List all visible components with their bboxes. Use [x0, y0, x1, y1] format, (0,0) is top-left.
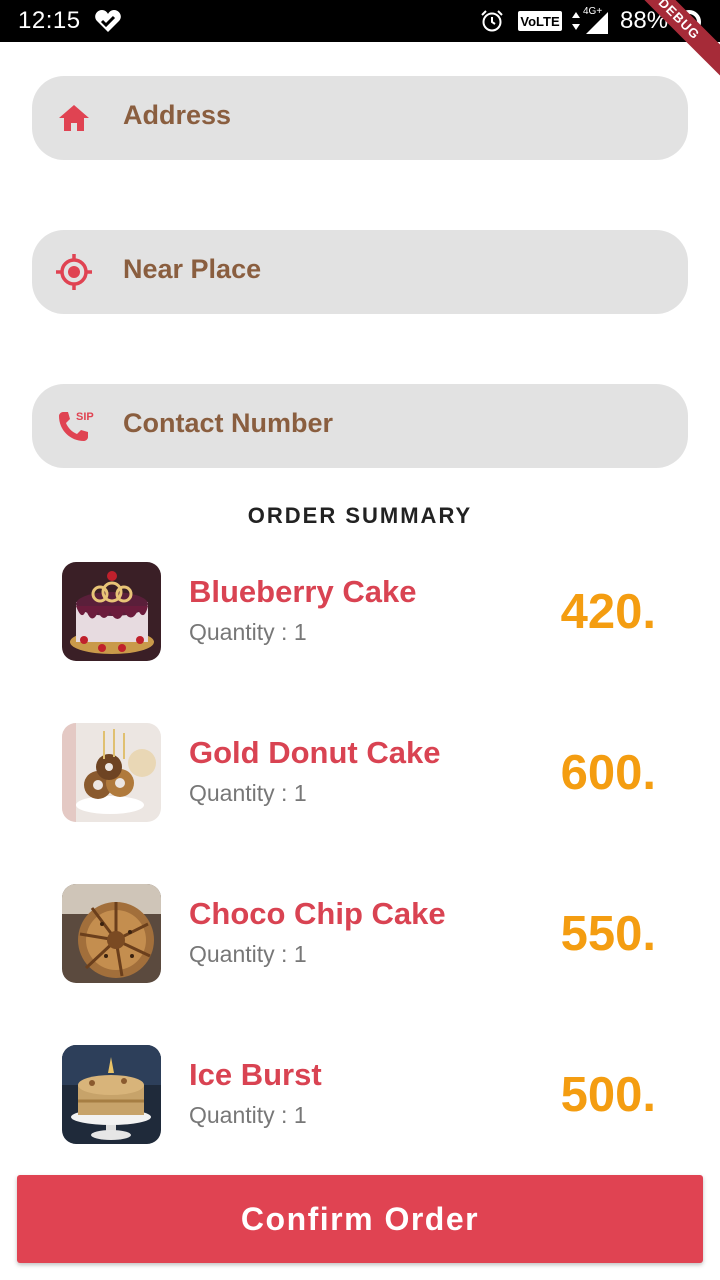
near-place-placeholder: Near Place — [123, 254, 262, 284]
item-price: 600. — [560, 746, 656, 800]
item-name: Blueberry Cake — [189, 574, 417, 609]
item-quantity: Quantity : 1 — [189, 780, 307, 806]
choco-chip-cake-image — [62, 884, 161, 983]
data-arrows-icon — [572, 12, 580, 30]
gold-donut-cake-image — [62, 723, 161, 822]
blueberry-cake-image — [62, 562, 161, 661]
confirm-order-button[interactable]: Confirm Order — [17, 1175, 703, 1263]
order-item-ice-burst: Ice Burst Quantity : 1 500. — [0, 1045, 720, 1145]
item-quantity: Quantity : 1 — [189, 1102, 307, 1128]
health-heart-icon — [95, 10, 121, 32]
contact-number-placeholder: Contact Number — [123, 408, 334, 438]
item-name: Ice Burst — [189, 1057, 322, 1092]
item-quantity: Quantity : 1 — [189, 619, 307, 645]
item-name: Choco Chip Cake — [189, 896, 446, 931]
svg-text:SIP: SIP — [76, 411, 94, 423]
home-icon — [59, 105, 89, 131]
address-field[interactable]: Address — [32, 76, 688, 160]
order-item-gold-donut-cake: Gold Donut Cake Quantity : 1 600. — [0, 723, 720, 823]
signal-icon — [586, 12, 608, 34]
item-price: 550. — [560, 907, 656, 961]
address-placeholder: Address — [123, 100, 232, 130]
item-name: Gold Donut Cake — [189, 735, 441, 770]
item-price: 420. — [560, 585, 656, 639]
volte-badge: VoLTE — [518, 11, 562, 31]
contact-number-field[interactable]: SIP Contact Number — [32, 384, 688, 468]
ice-burst-cake-image — [62, 1045, 161, 1144]
status-time: 12:15 — [18, 7, 81, 34]
sip-phone-icon: SIP — [59, 411, 94, 441]
item-price: 500. — [560, 1068, 656, 1122]
status-bar: 12:15 VoLTE 4G+ 88% — [0, 0, 720, 42]
alarm-icon — [481, 10, 503, 32]
item-quantity: Quantity : 1 — [189, 941, 307, 967]
location-target-icon — [56, 254, 92, 290]
order-item-blueberry-cake: Blueberry Cake Quantity : 1 420. — [0, 562, 720, 662]
order-item-choco-chip-cake: Choco Chip Cake Quantity : 1 550. — [0, 884, 720, 984]
order-summary-title: ORDER SUMMARY — [247, 503, 473, 528]
near-place-field[interactable]: Near Place — [32, 230, 688, 314]
